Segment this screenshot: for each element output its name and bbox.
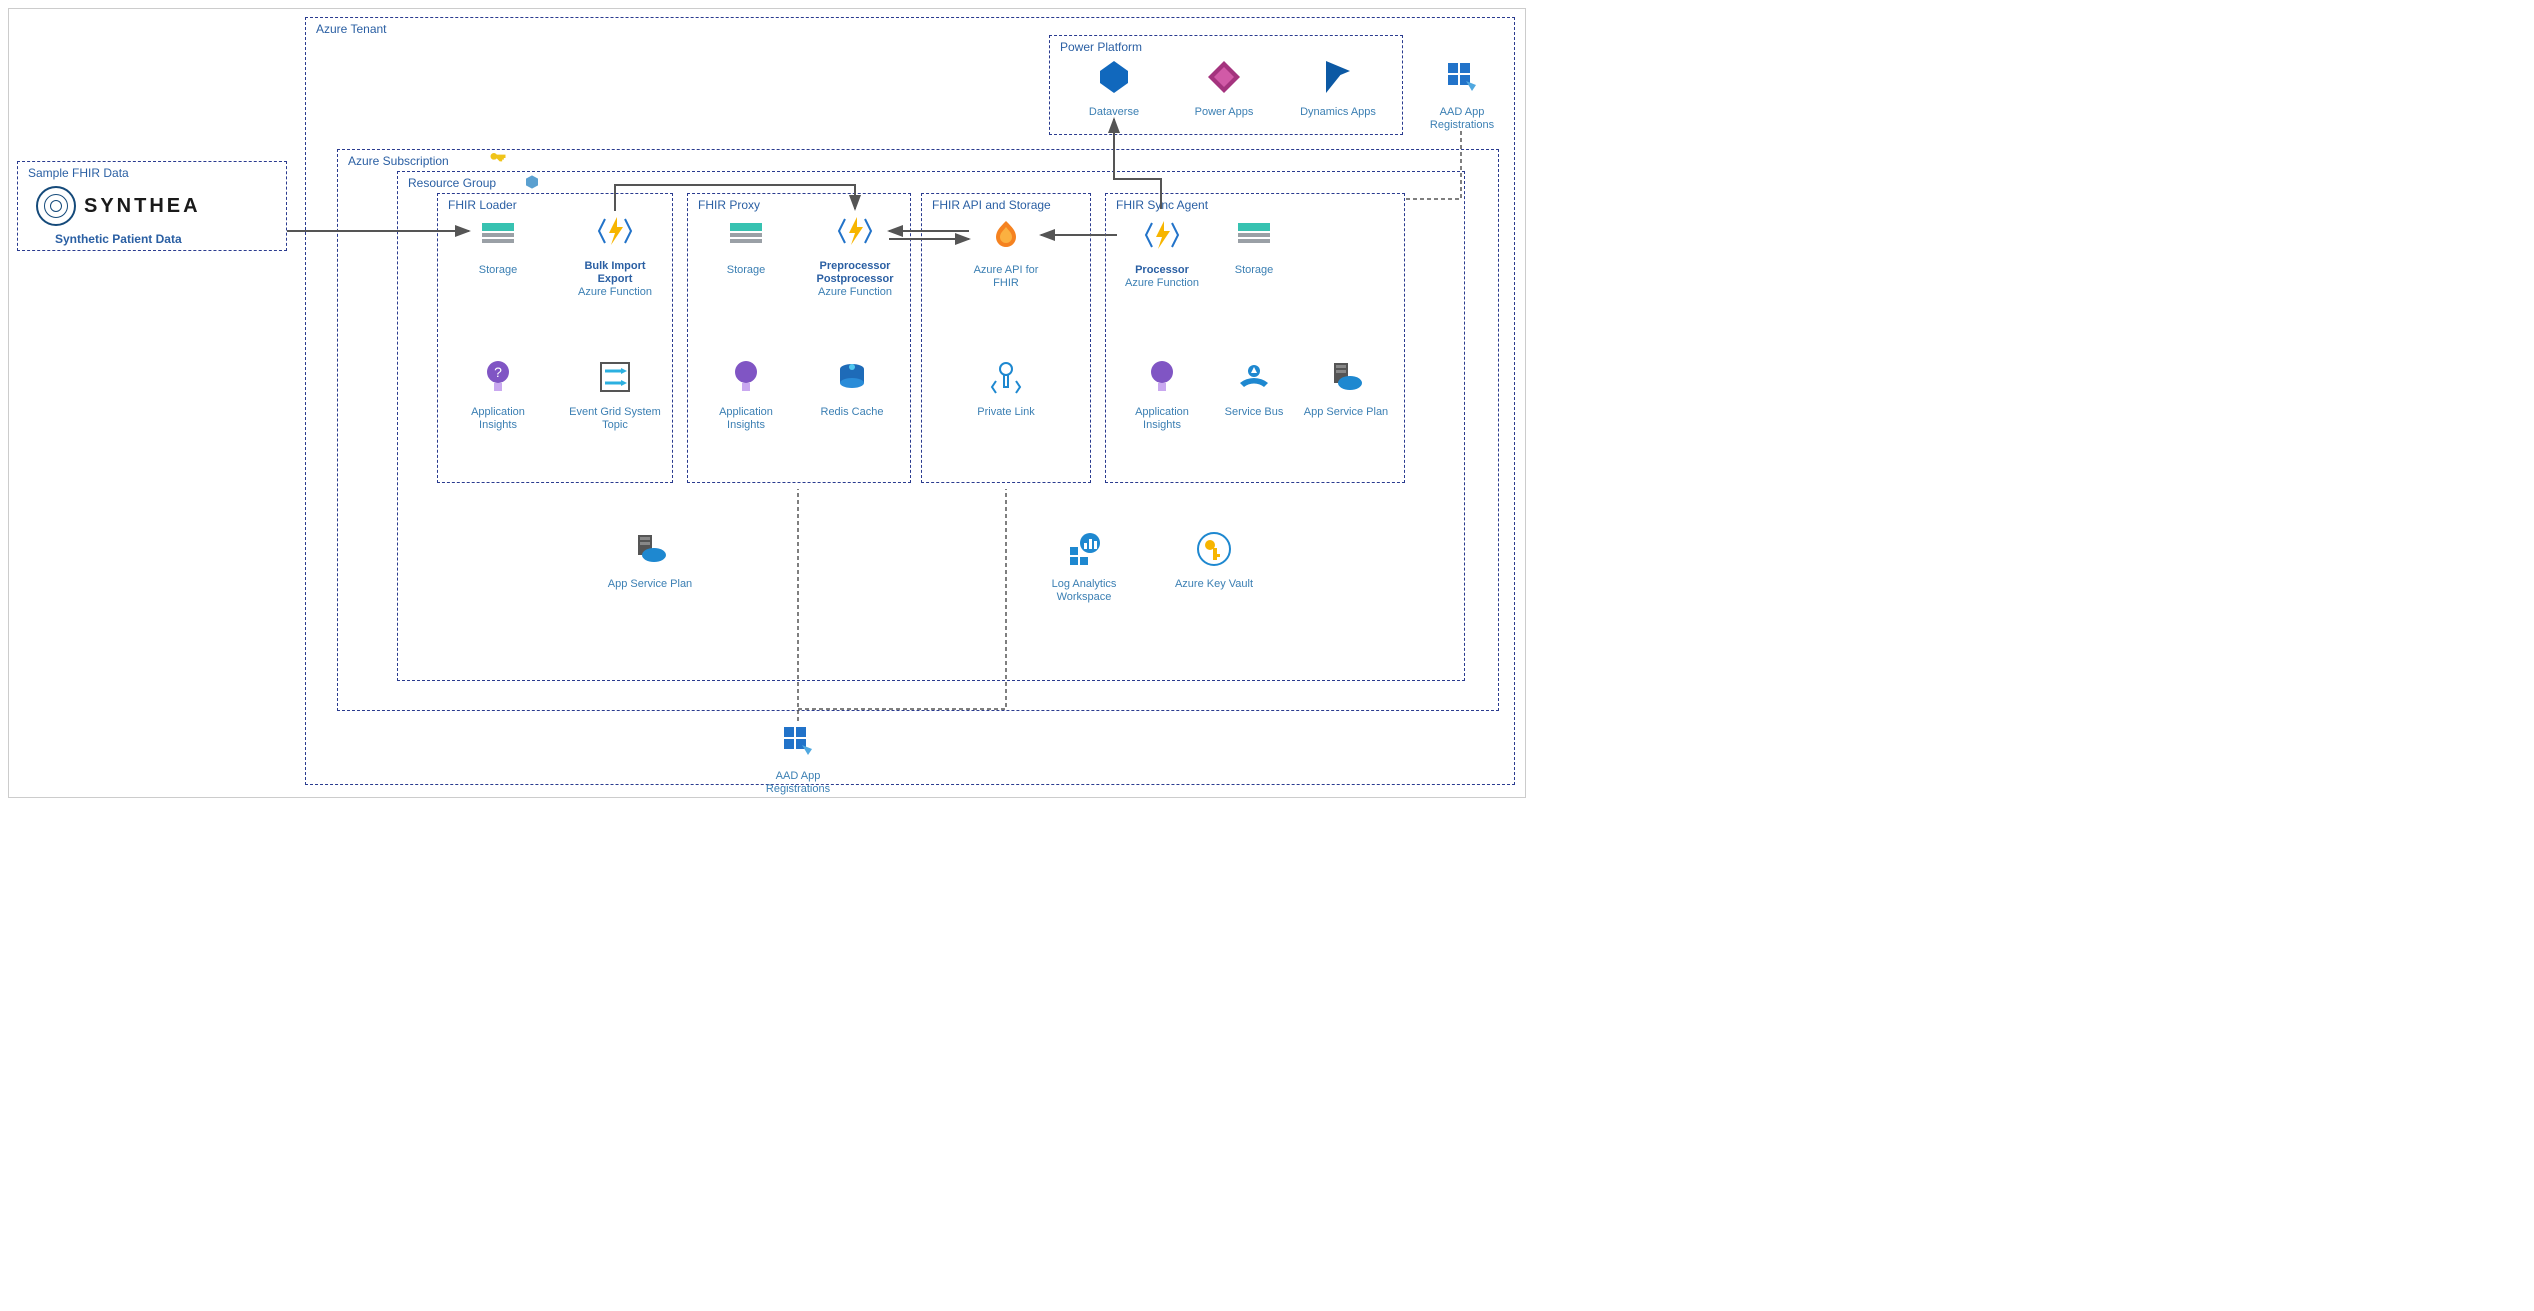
label-fhir-proxy: FHIR Proxy — [698, 198, 760, 212]
node-loader-ai: ? Application Insights — [453, 357, 543, 432]
powerapps-icon — [1204, 57, 1244, 97]
node-aad-bottom: AAD App Registrations — [753, 721, 843, 796]
label-fhir-loader: FHIR Loader — [448, 198, 517, 212]
key-icon — [488, 148, 508, 168]
storage-icon — [478, 215, 518, 255]
loganalytics-icon — [1064, 529, 1104, 569]
node-proxy-ai: Application Insights — [701, 357, 791, 432]
label-azure-subscription: Azure Subscription — [348, 154, 449, 168]
aad-icon — [778, 721, 818, 761]
synthea-logo: SYNTHEA — [36, 186, 201, 226]
storage-icon — [726, 215, 766, 255]
eventgrid-icon — [595, 357, 635, 397]
label-sample-fhir: Sample FHIR Data — [28, 166, 129, 180]
storage-icon — [1234, 215, 1274, 255]
label-fhir-api: FHIR API and Storage — [932, 198, 1051, 212]
appservice-icon — [630, 529, 670, 569]
node-dynamics: Dynamics Apps — [1293, 57, 1383, 119]
node-proxy-redis: Redis Cache — [807, 357, 897, 419]
dynamics-icon — [1318, 57, 1358, 97]
node-sync-ai: Application Insights — [1117, 357, 1207, 432]
node-dataverse: Dataverse — [1069, 57, 1159, 119]
node-api-privatelink: Private Link — [961, 357, 1051, 419]
node-loader-storage: Storage — [453, 215, 543, 277]
node-sync-function: Processor Azure Function — [1117, 215, 1207, 290]
node-rg-law: Log Analytics Workspace — [1039, 529, 1129, 604]
label-azure-tenant: Azure Tenant — [316, 22, 387, 36]
label-resource-group: Resource Group — [408, 176, 496, 190]
insights-icon: ? — [478, 357, 518, 397]
insights-icon — [726, 357, 766, 397]
node-rg-kv: Azure Key Vault — [1169, 529, 1259, 591]
synthea-tagline: Synthetic Patient Data — [36, 232, 201, 246]
synthea-brand: SYNTHEA — [84, 195, 201, 218]
node-sync-sb: Service Bus — [1209, 357, 1299, 419]
node-proxy-storage: Storage — [701, 215, 791, 277]
svg-text:?: ? — [494, 364, 502, 380]
node-sync-asp: App Service Plan — [1301, 357, 1391, 419]
node-rg-asp: App Service Plan — [605, 529, 695, 591]
label-power-platform: Power Platform — [1060, 40, 1142, 54]
node-sync-storage: Storage — [1209, 215, 1299, 277]
keyvault-icon — [1194, 529, 1234, 569]
node-aad-top: AAD App Registrations — [1417, 57, 1507, 132]
function-icon — [835, 211, 875, 251]
label-fhir-sync: FHIR Sync Agent — [1116, 198, 1208, 212]
redis-icon — [832, 357, 872, 397]
node-loader-function: Bulk Import Export Azure Function — [565, 211, 665, 300]
diagram-canvas: Sample FHIR Data SYNTHEA Synthetic Patie… — [8, 8, 1526, 798]
node-powerapps: Power Apps — [1179, 57, 1269, 119]
insights-icon — [1142, 357, 1182, 397]
node-loader-egt: Event Grid System Topic — [565, 357, 665, 432]
privatelink-icon — [986, 357, 1026, 397]
cube-icon — [524, 174, 540, 190]
node-api-fhir: Azure API for FHIR — [961, 215, 1051, 290]
dataverse-icon — [1094, 57, 1134, 97]
appservice-icon — [1326, 357, 1366, 397]
function-icon — [595, 211, 635, 251]
servicebus-icon — [1234, 357, 1274, 397]
function-icon — [1142, 215, 1182, 255]
container-sample-fhir: Sample FHIR Data SYNTHEA Synthetic Patie… — [17, 161, 287, 251]
node-proxy-function: Preprocessor Postprocessor Azure Functio… — [805, 211, 905, 300]
fhir-api-icon — [986, 215, 1026, 255]
aad-icon — [1442, 57, 1482, 97]
